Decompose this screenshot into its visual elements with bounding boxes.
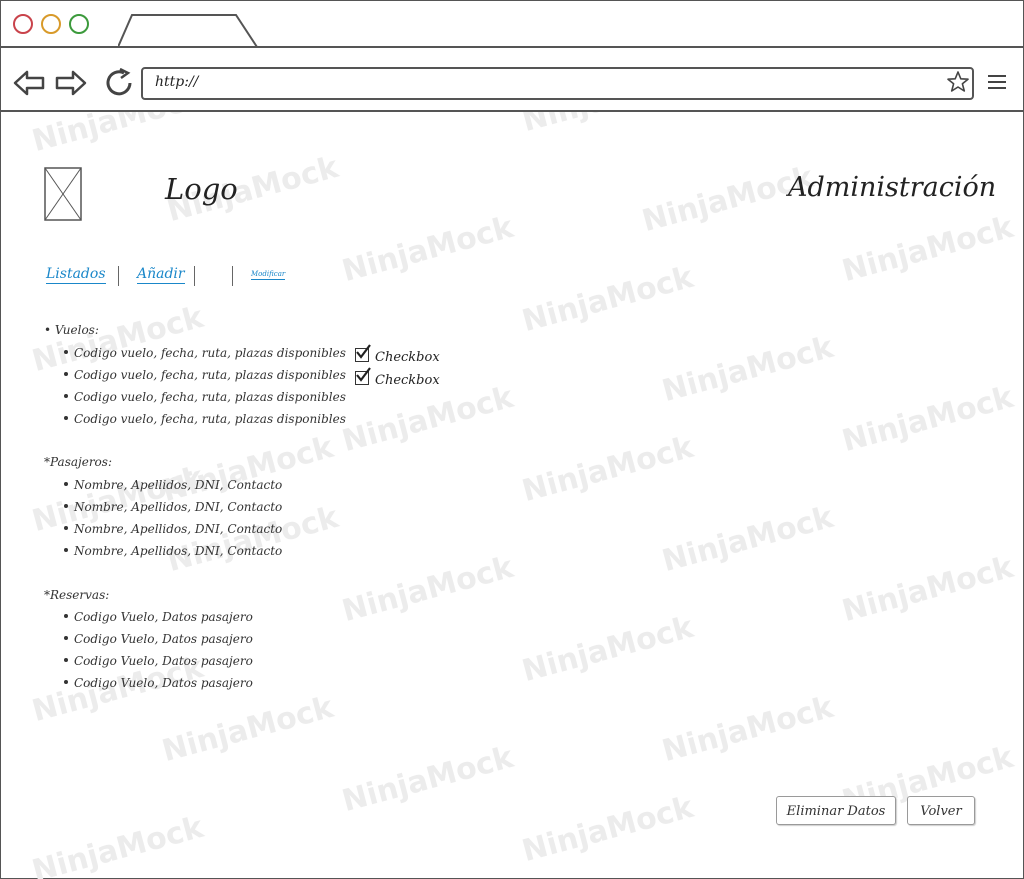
nav-link-modificar[interactable]: Modificar <box>251 270 286 280</box>
list-item: Codigo vuelo, fecha, ruta, plazas dispon… <box>64 346 346 360</box>
logo-text: Logo <box>165 172 238 206</box>
checkbox-label: Checkbox <box>375 350 440 365</box>
pasajeros-heading: *Pasajeros: <box>44 455 112 469</box>
back-arrow-icon[interactable] <box>13 68 45 98</box>
list-item: Codigo vuelo, fecha, ruta, plazas dispon… <box>64 412 346 426</box>
logo-image-placeholder-icon <box>44 167 82 221</box>
list-item: Codigo Vuelo, Datos pasajero <box>64 632 253 646</box>
list-item: Codigo Vuelo, Datos pasajero <box>64 654 253 668</box>
browser-titlebar <box>0 0 1024 48</box>
nav-link-anadir[interactable]: Añadir <box>137 266 185 284</box>
page-title: Administración <box>788 172 997 203</box>
list-item: Codigo Vuelo, Datos pasajero <box>64 610 253 624</box>
delete-data-button[interactable]: Eliminar Datos <box>776 796 896 825</box>
checkbox[interactable] <box>355 344 371 362</box>
checkbox[interactable] <box>355 367 371 385</box>
forward-arrow-icon[interactable] <box>55 68 87 98</box>
list-item: Codigo vuelo, fecha, ruta, plazas dispon… <box>64 390 346 404</box>
checkbox-row[interactable]: Checkbox <box>355 344 440 365</box>
list-item: Nombre, Apellidos, DNI, Contacto <box>64 500 282 514</box>
list-item: Nombre, Apellidos, DNI, Contacto <box>64 522 282 536</box>
star-icon[interactable] <box>946 70 970 94</box>
list-item: Codigo vuelo, fecha, ruta, plazas dispon… <box>64 368 346 382</box>
maximize-window-button[interactable] <box>69 14 89 34</box>
hamburger-menu-icon[interactable] <box>988 75 1006 91</box>
nav-separator <box>194 266 195 286</box>
minimize-window-button[interactable] <box>41 14 61 34</box>
nav-separator <box>232 266 233 286</box>
nav-link-listados[interactable]: Listados <box>46 266 106 284</box>
reservas-heading: *Reservas: <box>44 588 110 602</box>
address-bar[interactable]: http:// <box>141 67 974 100</box>
list-item: Nombre, Apellidos, DNI, Contacto <box>64 544 282 558</box>
refresh-icon[interactable] <box>104 68 136 98</box>
address-bar-text: http:// <box>155 74 199 90</box>
browser-navbar: http:// <box>0 48 1024 110</box>
browser-tab[interactable] <box>118 14 258 48</box>
close-window-button[interactable] <box>13 14 33 34</box>
vuelos-heading: • Vuelos: <box>44 323 99 337</box>
list-item: Codigo Vuelo, Datos pasajero <box>64 676 253 690</box>
nav-separator <box>118 266 119 286</box>
checkbox-label: Checkbox <box>375 373 440 388</box>
checkbox-row[interactable]: Checkbox <box>355 367 440 388</box>
back-button[interactable]: Volver <box>907 796 975 825</box>
list-item: Nombre, Apellidos, DNI, Contacto <box>64 478 282 492</box>
page-content: Logo Administración Listados Añadir Modi… <box>0 112 1024 879</box>
